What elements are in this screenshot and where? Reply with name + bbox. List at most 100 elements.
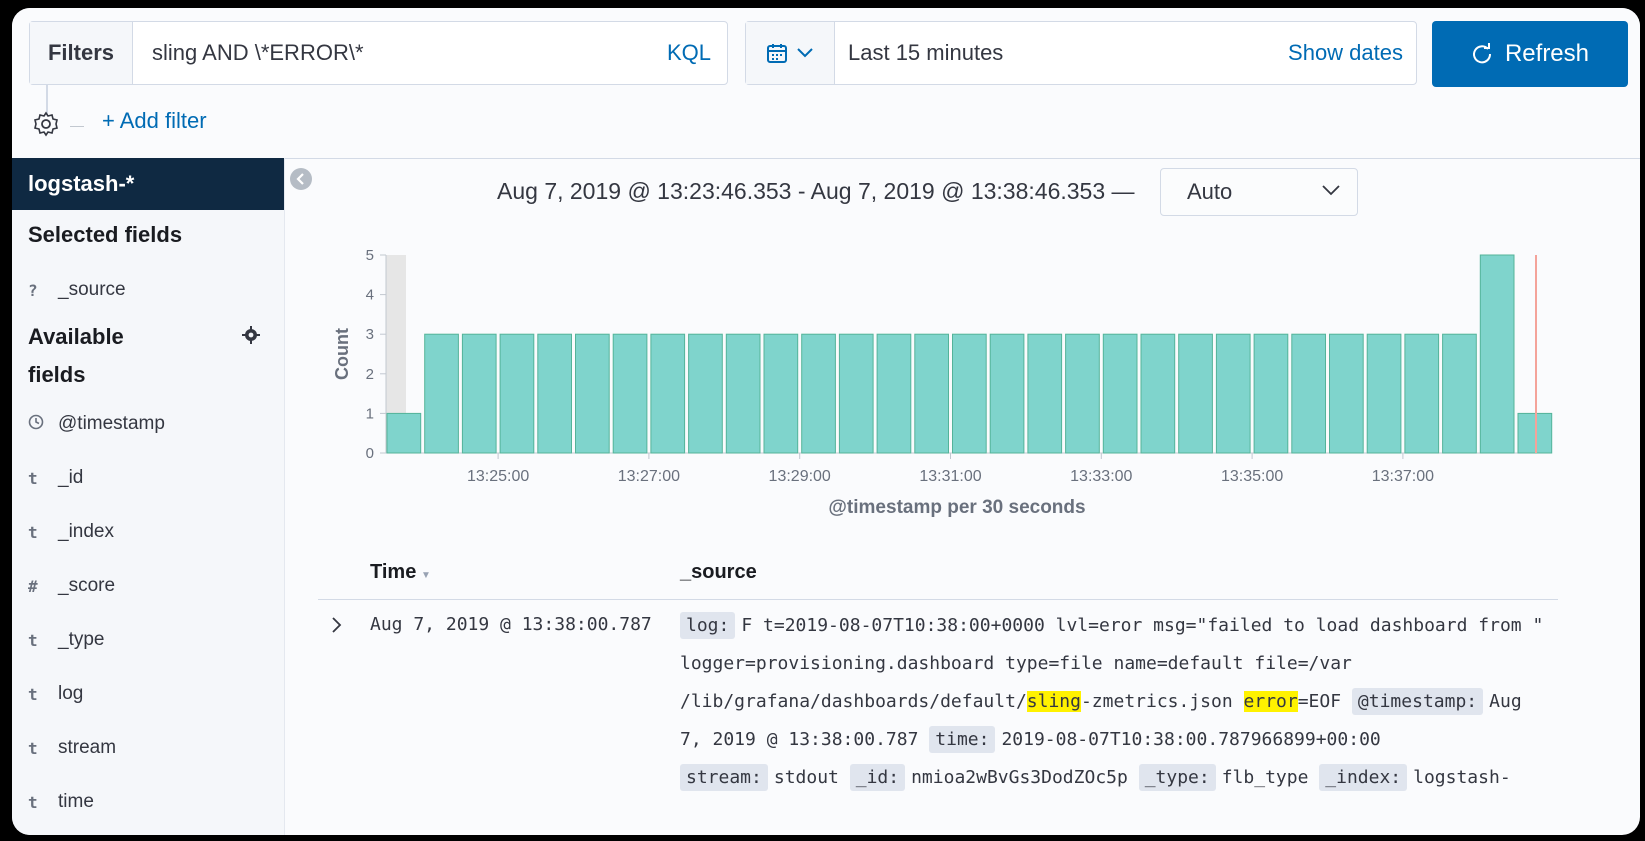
column-header-time[interactable]: Time xyxy=(370,561,416,584)
histogram-bar xyxy=(1102,333,1138,454)
histogram-bar xyxy=(1404,333,1440,454)
date-range-text[interactable]: Last 15 minutes xyxy=(834,22,1003,84)
field-item-log[interactable]: t log xyxy=(28,679,83,709)
x-tick-label: 13:25:00 xyxy=(467,468,529,485)
field-item-type[interactable]: t _type xyxy=(28,625,104,655)
field-key-id: _id: xyxy=(849,764,906,791)
query-input[interactable]: sling AND \*ERROR\* xyxy=(132,22,612,84)
field-name: time xyxy=(58,791,94,812)
sort-down-icon[interactable]: ▼ xyxy=(421,570,431,581)
filters-label[interactable]: Filters xyxy=(30,22,133,84)
histogram-svg: 0 1 2 3 4 5 Count 13:25:00 13:27:00 13:29:00 13:31… xyxy=(332,247,1553,518)
histogram-bar xyxy=(575,333,610,454)
histogram-bar xyxy=(688,333,723,454)
calendar-icon xyxy=(767,44,787,63)
highlight-sling: sling xyxy=(1026,691,1081,712)
field-name: log xyxy=(58,683,84,704)
row-timestamp: Aug 7, 2019 @ 13:38:00.787 xyxy=(370,614,652,635)
quick-date-button[interactable] xyxy=(746,22,835,84)
show-dates-link[interactable]: Show dates xyxy=(1288,22,1403,84)
histogram-bar xyxy=(1329,333,1364,454)
histogram-bar xyxy=(952,333,987,454)
gear-icon[interactable] xyxy=(32,110,60,138)
add-filter-button[interactable]: + Add filter xyxy=(102,108,207,134)
y-tick-label: 1 xyxy=(366,405,374,422)
x-tick-label: 13:27:00 xyxy=(618,468,680,485)
gear-icon[interactable] xyxy=(242,326,260,344)
screen-frame: Filters sling AND \*ERROR\* KQL Last 15 … xyxy=(0,0,1645,841)
discover-main: Aug 7, 2019 @ 13:23:46.353 - Aug 7, 2019… xyxy=(302,158,1640,835)
x-axis-label: @timestamp per 30 seconds xyxy=(828,497,1085,518)
field-name: _id xyxy=(58,467,84,488)
field-item-time[interactable]: t time xyxy=(28,787,94,817)
interval-select[interactable]: Auto xyxy=(1160,168,1358,216)
x-tick-label: 13:29:00 xyxy=(769,468,831,485)
histogram-bar xyxy=(386,412,422,454)
field-key-time: time: xyxy=(929,726,996,753)
histogram-bar xyxy=(838,333,874,454)
chevron-down-icon xyxy=(797,48,813,58)
field-type-string-icon: t xyxy=(28,522,38,542)
field-key-stream: stream: xyxy=(680,764,768,791)
field-name: @timestamp xyxy=(58,413,165,434)
field-item-timestamp[interactable]: @timestamp xyxy=(28,409,165,439)
histogram-bar xyxy=(537,333,573,454)
histogram-bar xyxy=(1215,333,1251,454)
field-name: _index xyxy=(58,521,114,542)
field-name: _source xyxy=(58,279,126,300)
column-header-source: _source xyxy=(680,561,757,583)
refresh-icon xyxy=(1472,43,1491,64)
field-item-score[interactable]: # _score xyxy=(28,571,115,601)
date-picker-box: Last 15 minutes Show dates xyxy=(745,21,1417,85)
field-name: stream xyxy=(58,737,117,758)
field-value-log-3: =EOF xyxy=(1297,691,1342,712)
field-type-string-icon: t xyxy=(28,792,38,812)
search-box: Filters sling AND \*ERROR\* KQL xyxy=(29,21,728,85)
y-tick-label: 2 xyxy=(366,366,374,383)
histogram-bar xyxy=(1140,333,1176,454)
field-item-index[interactable]: t _index xyxy=(28,517,114,547)
time-range-summary: Aug 7, 2019 @ 13:23:46.353 - Aug 7, 2019… xyxy=(497,178,1135,204)
histogram-bar xyxy=(1479,254,1515,454)
histogram-bar xyxy=(461,333,497,454)
available-title-line2: fields xyxy=(28,362,86,387)
histogram-bar xyxy=(801,333,836,454)
header-divider xyxy=(318,599,1558,600)
histogram-bar xyxy=(1291,333,1326,454)
field-value-stream: stdout xyxy=(773,767,839,788)
selected-fields-title: Selected fields xyxy=(28,222,183,247)
field-key-timestamp: @timestamp: xyxy=(1351,688,1484,715)
histogram-bar xyxy=(1027,333,1063,454)
field-item-stream[interactable]: t stream xyxy=(28,733,116,763)
field-name: _type xyxy=(58,629,105,650)
kibana-discover-window: Filters sling AND \*ERROR\* KQL Last 15 … xyxy=(12,8,1640,835)
refresh-button[interactable]: Refresh xyxy=(1432,21,1628,87)
chevron-right-icon[interactable] xyxy=(330,615,344,635)
x-tick-label: 13:31:00 xyxy=(919,468,981,485)
field-item-source[interactable]: ? _source xyxy=(28,275,126,305)
x-tick-label: 13:33:00 xyxy=(1070,468,1132,485)
field-type-unknown-icon: ? xyxy=(28,280,38,300)
field-type-string-icon: t xyxy=(28,684,38,704)
query-language-button[interactable]: KQL xyxy=(667,22,711,84)
field-key-log: log: xyxy=(680,612,736,639)
filter-separator xyxy=(70,126,84,127)
field-type-number-icon: # xyxy=(28,576,38,596)
histogram-bar xyxy=(914,333,949,454)
chevron-down-icon xyxy=(1322,185,1340,196)
histogram-bar xyxy=(499,333,535,454)
histogram-bar xyxy=(1065,333,1100,454)
field-value-type: flb_type xyxy=(1221,767,1309,788)
y-tick-label: 4 xyxy=(366,287,374,304)
histogram-bar xyxy=(650,333,686,454)
row-source: log: F t=2019-08-07T10:38:00+0000 lvl=ero… xyxy=(680,607,1550,797)
refresh-label: Refresh xyxy=(1504,40,1590,67)
histogram-bar xyxy=(1442,333,1477,454)
index-pattern-selector[interactable]: logstash-* xyxy=(12,158,284,210)
field-item-id[interactable]: t _id xyxy=(28,463,83,493)
histogram-bar xyxy=(725,333,761,454)
field-value-index: logstash- xyxy=(1413,767,1511,788)
field-type-string-icon: t xyxy=(28,468,38,488)
field-value-time: 2019-08-07T10:38:00.787966899+00:00 xyxy=(1001,729,1381,750)
histogram-bar xyxy=(876,333,912,454)
